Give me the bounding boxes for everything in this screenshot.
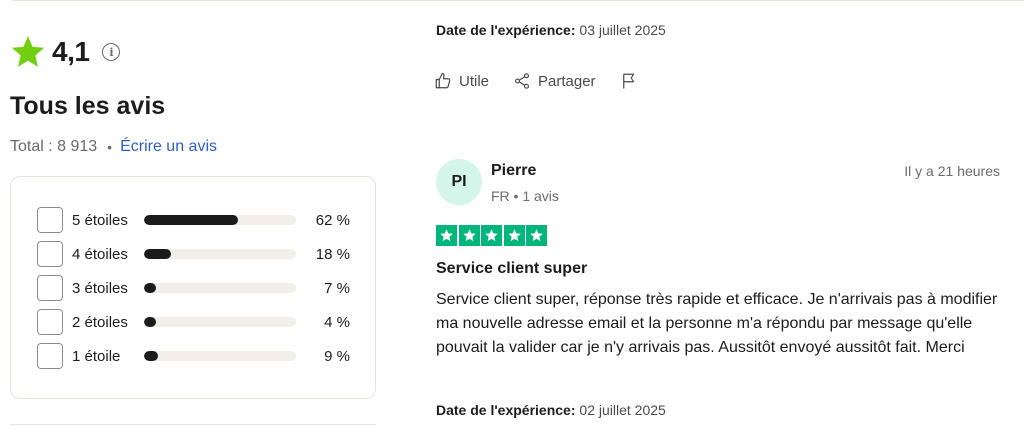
- share-label: Partager: [538, 72, 596, 90]
- distribution-label: 3 étoiles: [72, 279, 128, 297]
- distribution-bar-fill: [144, 215, 239, 225]
- review-experience-date: Date de l'expérience: 02 juillet 2025: [436, 402, 666, 418]
- bottom-divider: [10, 424, 376, 425]
- rating-star-icon: [436, 225, 457, 246]
- share-button[interactable]: Partager: [513, 72, 596, 90]
- info-icon[interactable]: i: [102, 43, 121, 61]
- rating-value: 4,1: [52, 36, 90, 67]
- distribution-bar: [144, 351, 296, 361]
- distribution-label: 5 étoiles: [72, 211, 128, 229]
- review-title[interactable]: Service client super: [436, 260, 587, 278]
- rating-star-icon: [503, 225, 525, 246]
- distribution-row-2[interactable]: 2 étoiles 4 %: [37, 309, 357, 335]
- write-review-link[interactable]: Écrire un avis: [120, 138, 217, 156]
- thumbs-up-icon: [435, 72, 451, 89]
- distribution-label: 1 étoile: [72, 347, 121, 365]
- distribution-row-5[interactable]: 5 étoiles 62 %: [37, 207, 357, 233]
- distribution-percent: 62 %: [315, 211, 350, 229]
- filter-checkbox-5[interactable]: [37, 207, 63, 233]
- useful-label: Utile: [459, 72, 490, 90]
- experience-date-label: Date de l'expérience:: [436, 22, 576, 38]
- top-divider: [12, 0, 1024, 1]
- flag-icon[interactable]: [620, 72, 638, 90]
- avatar[interactable]: PI: [436, 159, 482, 205]
- distribution-percent: 18 %: [315, 245, 350, 263]
- filter-checkbox-3[interactable]: [37, 275, 63, 301]
- distribution-percent: 9 %: [324, 347, 350, 365]
- distribution-row-4[interactable]: 4 étoiles 18 %: [37, 241, 357, 267]
- rating-summary: 4,1 i: [10, 34, 121, 70]
- filter-checkbox-1[interactable]: [37, 343, 63, 369]
- reviewer-meta: FR • 1 avis: [491, 188, 559, 204]
- share-icon: [514, 73, 530, 89]
- distribution-bar-fill: [144, 283, 156, 293]
- distribution-bar-fill: [144, 317, 156, 327]
- distribution-bar: [144, 215, 296, 225]
- experience-date-value: 02 juillet 2025: [579, 402, 666, 418]
- distribution-percent: 7 %: [324, 279, 350, 297]
- distribution-bar-fill: [144, 249, 172, 259]
- rating-distribution-card: 5 étoiles 62 % 4 étoiles 18 % 3 étoiles …: [10, 176, 376, 399]
- experience-date-value: 03 juillet 2025: [579, 22, 666, 38]
- distribution-bar: [144, 283, 296, 293]
- total-row: Total : 8 913 • Écrire un avis: [10, 138, 217, 156]
- distribution-bar: [144, 317, 296, 327]
- filter-checkbox-2[interactable]: [37, 309, 63, 335]
- useful-button[interactable]: Utile: [434, 72, 489, 90]
- rating-star-icon: [526, 225, 547, 246]
- distribution-label: 4 étoiles: [72, 245, 128, 263]
- star-icon: [11, 36, 45, 67]
- review-body: Service client super, réponse très rapid…: [436, 291, 998, 356]
- review-actions: Utile Partager: [434, 72, 638, 90]
- distribution-percent: 4 %: [324, 313, 350, 331]
- reviewer-name[interactable]: Pierre: [491, 162, 536, 180]
- experience-date-label: Date de l'expérience:: [436, 402, 576, 418]
- rating-star-icon: [481, 225, 502, 246]
- previous-experience-date: Date de l'expérience: 03 juillet 2025: [436, 22, 666, 38]
- distribution-row-3[interactable]: 3 étoiles 7 %: [37, 275, 357, 301]
- page-title: Tous les avis: [10, 92, 166, 120]
- distribution-row-1[interactable]: 1 étoile 9 %: [37, 343, 357, 369]
- separator: •: [107, 139, 113, 155]
- distribution-bar: [144, 249, 296, 259]
- distribution-label: 2 étoiles: [72, 313, 128, 331]
- rating-star-icon: [458, 225, 480, 246]
- review-timestamp: Il y a 21 heures: [904, 163, 1000, 179]
- total-count: Total : 8 913: [10, 138, 98, 155]
- review-star-rating: [436, 225, 549, 246]
- distribution-bar-fill: [144, 351, 158, 361]
- filter-checkbox-4[interactable]: [37, 241, 63, 267]
